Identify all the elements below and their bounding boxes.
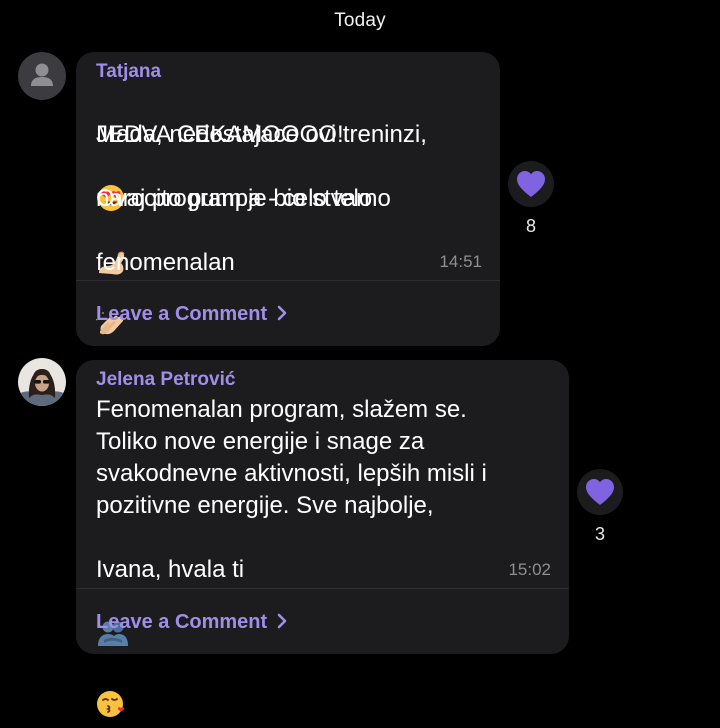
message-bubble: Tatjana JEDVA CEKAMOOOO! Mada, nedostaja… <box>76 52 500 346</box>
leave-comment-button[interactable]: Leave a Comment <box>96 611 288 634</box>
date-separator: Today <box>334 10 386 31</box>
message-time: 14:51 <box>439 252 482 271</box>
message-line: Fenomenalan program, slažem se. <box>96 396 467 423</box>
reaction-heart-button[interactable] <box>577 469 623 515</box>
avatar-jelena-petrovic[interactable] <box>18 358 66 406</box>
message-line: pozitivne energije. Sve najbolje, <box>96 492 434 519</box>
message-line: Mada, nedostajace ovi treninzi, <box>96 121 427 148</box>
sender-name[interactable]: Tatjana <box>96 61 161 83</box>
heart-icon <box>586 479 614 505</box>
reaction-heart-button[interactable] <box>508 161 554 207</box>
divider <box>76 280 500 281</box>
message-line: Ovaj program je bio stvarno <box>96 185 391 212</box>
message-line: Toliko nove energije i snage za <box>96 428 425 455</box>
chevron-right-icon <box>277 305 287 321</box>
heart-icon <box>517 171 545 197</box>
message-bubble: Jelena Petrović Fenomenalan program, sla… <box>76 360 569 717</box>
sender-name[interactable]: Jelena Petrović <box>96 369 235 391</box>
message-line: svakodnevne aktivnosti, lepših misli i <box>96 460 487 487</box>
leave-comment-button[interactable]: Leave a Comment <box>96 303 288 326</box>
person-silhouette-icon <box>31 63 53 86</box>
reaction-count: 3 <box>594 524 605 544</box>
avatar-tatjana[interactable] <box>18 52 66 100</box>
message-time: 15:02 <box>508 560 551 579</box>
divider <box>76 588 569 589</box>
face-blowing-kiss-emoji <box>96 657 128 728</box>
chevron-right-icon <box>277 613 287 629</box>
message-line: fenomenalan <box>94 215 235 350</box>
reaction-count: 8 <box>525 216 536 236</box>
